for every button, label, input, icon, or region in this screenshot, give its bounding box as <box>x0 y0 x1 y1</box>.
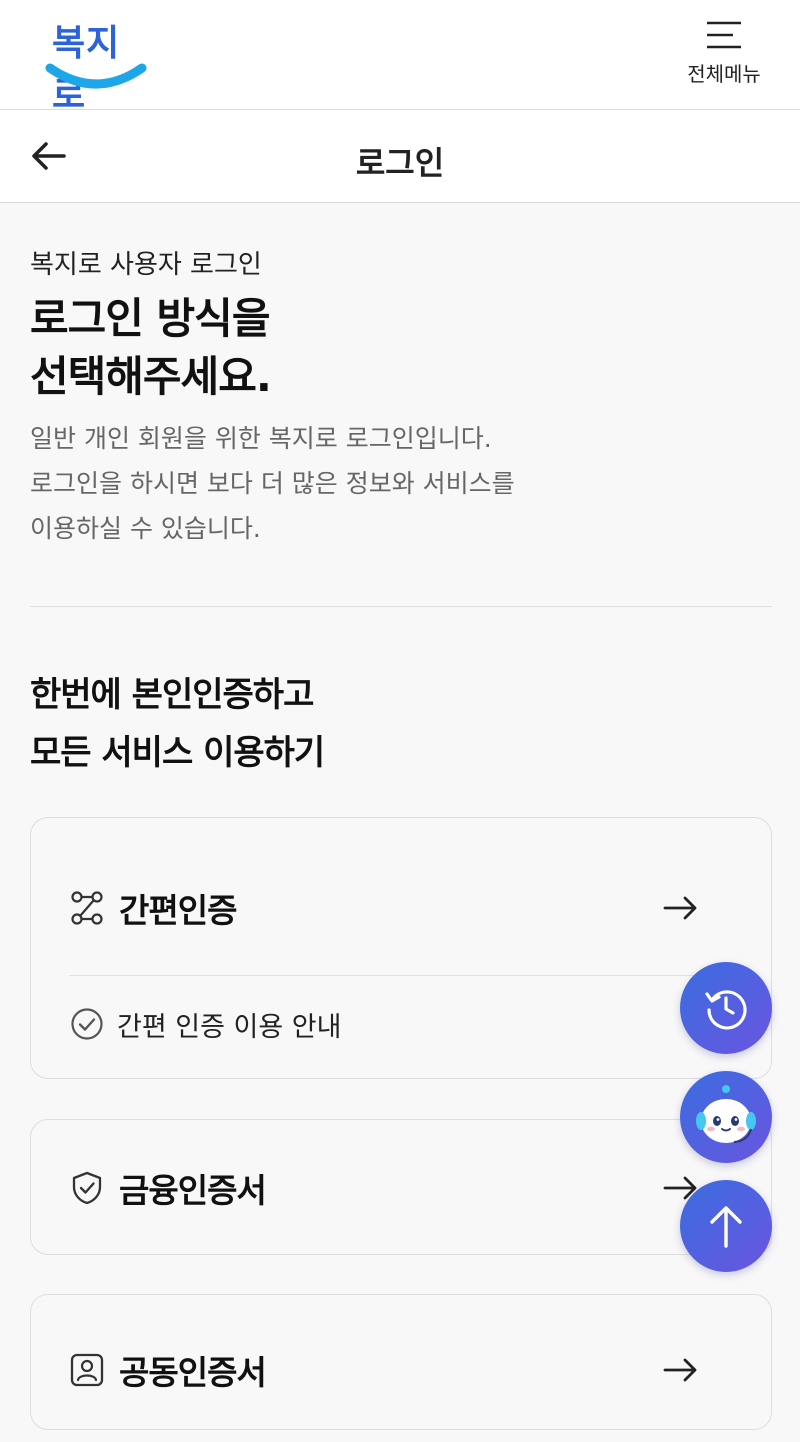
simple-auth-button[interactable]: 간편인증 <box>69 878 701 938</box>
section-title-line: 모든 서비스 이용하기 <box>30 733 325 773</box>
financial-cert-card: 금융인증서 <box>30 1119 772 1255</box>
logo-smile-icon <box>45 63 147 89</box>
section-title: 한번에 본인인증하고 모든 서비스 이용하기 <box>30 666 730 782</box>
menu-label: 전체메뉴 <box>687 62 761 86</box>
page-header: 로그인 <box>0 110 800 203</box>
intro-title-line: 로그인 방식을 <box>30 294 270 343</box>
chatbot-button[interactable] <box>680 1071 772 1163</box>
intro-kicker: 복지로 사용자 로그인 <box>30 250 262 280</box>
intro-description: 일반 개인 회원을 위한 복지로 로그인입니다. 로그인을 하시면 보다 더 많… <box>30 416 750 551</box>
route-icon <box>69 890 105 926</box>
scroll-top-button[interactable] <box>680 1180 772 1272</box>
joint-cert-button[interactable]: 공동인증서 <box>69 1340 701 1400</box>
intro-title-line: 선택해주세요. <box>30 352 272 401</box>
simple-auth-guide-link[interactable]: 간편 인증 이용 안내 <box>69 999 341 1049</box>
simple-auth-label: 간편인증 <box>119 891 237 930</box>
check-circle-icon <box>69 1006 105 1042</box>
intro-title: 로그인 방식을 선택해주세요. <box>30 290 730 406</box>
intro-desc-line: 로그인을 하시면 보다 더 많은 정보와 서비스를 <box>30 469 515 498</box>
section-title-line: 한번에 본인인증하고 <box>30 675 314 715</box>
divider <box>30 606 772 607</box>
joint-cert-card: 공동인증서 <box>30 1294 772 1430</box>
financial-cert-button[interactable]: 금융인증서 <box>69 1158 701 1218</box>
scroll-top-icon <box>710 1206 742 1248</box>
simple-auth-card: 간편인증 간편 인증 이용 안내 <box>30 817 772 1079</box>
intro-desc-line: 일반 개인 회원을 위한 복지로 로그인입니다. <box>30 424 492 453</box>
simple-auth-guide-label: 간편 인증 이용 안내 <box>117 1011 342 1043</box>
shield-check-icon <box>69 1170 105 1206</box>
history-icon <box>705 990 747 1030</box>
bokjiro-logo[interactable]: 복지로 <box>44 14 148 116</box>
chatbot-icon <box>696 1085 756 1143</box>
arrow-right-icon <box>663 896 697 920</box>
card-separator <box>69 975 733 976</box>
top-bar: 복지로 전체메뉴 <box>0 0 800 116</box>
page-title: 로그인 <box>355 144 445 182</box>
arrow-right-icon <box>663 1358 697 1382</box>
intro-desc-line: 이용하실 수 있습니다. <box>30 514 261 543</box>
hamburger-icon <box>707 21 741 49</box>
id-card-icon <box>69 1352 105 1388</box>
joint-cert-label: 공동인증서 <box>119 1353 267 1392</box>
full-menu-button[interactable]: 전체메뉴 <box>676 20 772 92</box>
financial-cert-label: 금융인증서 <box>119 1171 267 1210</box>
recent-history-button[interactable] <box>680 962 772 1054</box>
